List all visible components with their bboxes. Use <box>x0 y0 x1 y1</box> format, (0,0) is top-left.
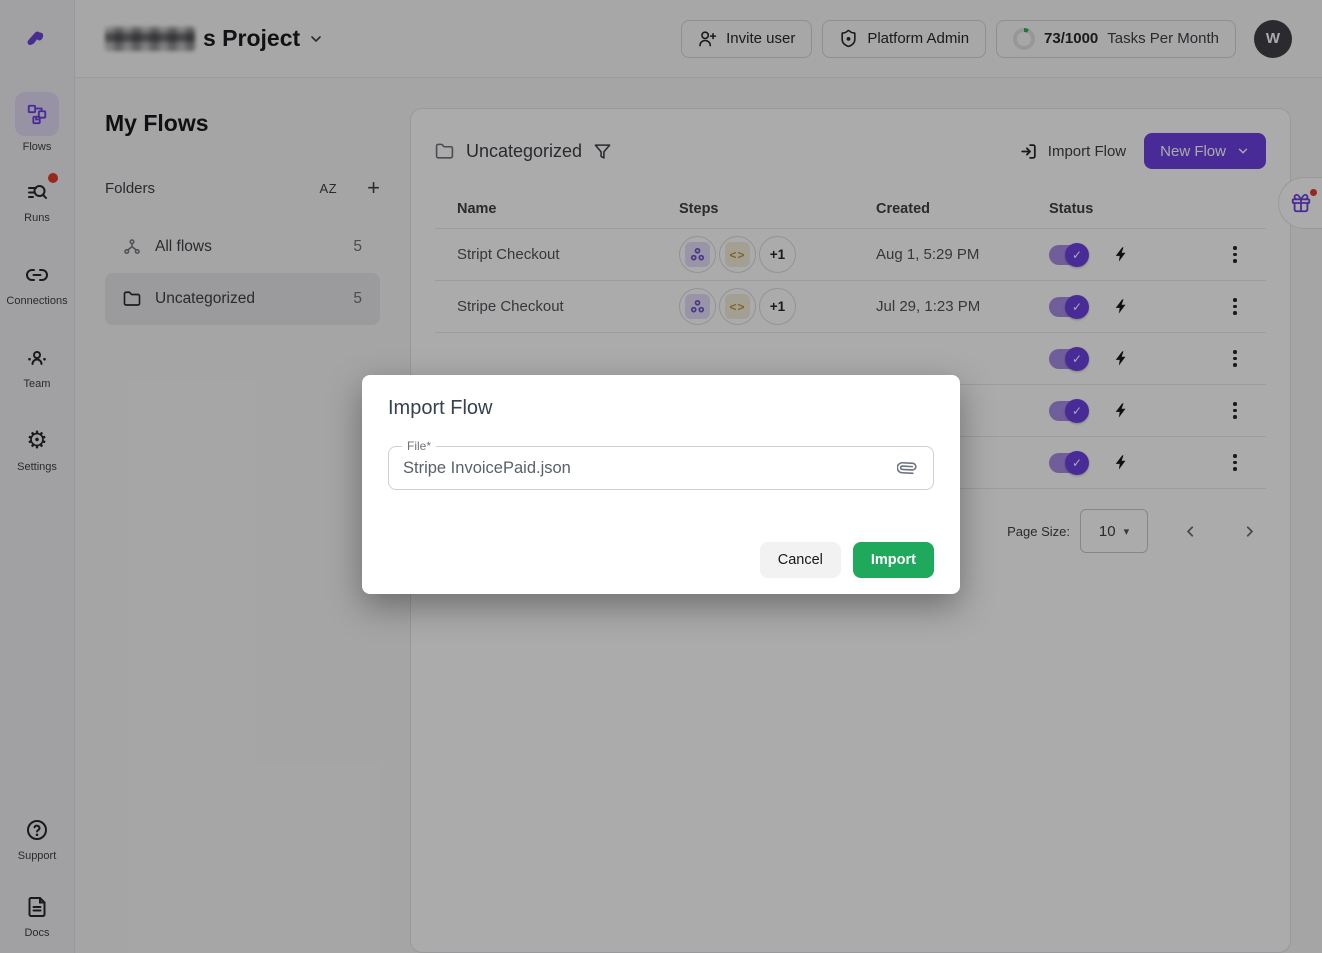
app-root: Flows Runs Connections <box>0 0 1322 953</box>
modal-title: Import Flow <box>388 397 934 420</box>
file-field-label: File* <box>402 439 436 453</box>
import-button[interactable]: Import <box>853 542 934 578</box>
cancel-button[interactable]: Cancel <box>760 542 841 578</box>
file-input[interactable] <box>403 459 895 478</box>
import-flow-modal: Import Flow File* Cancel Import <box>362 375 960 594</box>
file-field: File* <box>388 446 934 490</box>
paperclip-icon <box>897 458 917 478</box>
attach-file-button[interactable] <box>895 456 919 480</box>
